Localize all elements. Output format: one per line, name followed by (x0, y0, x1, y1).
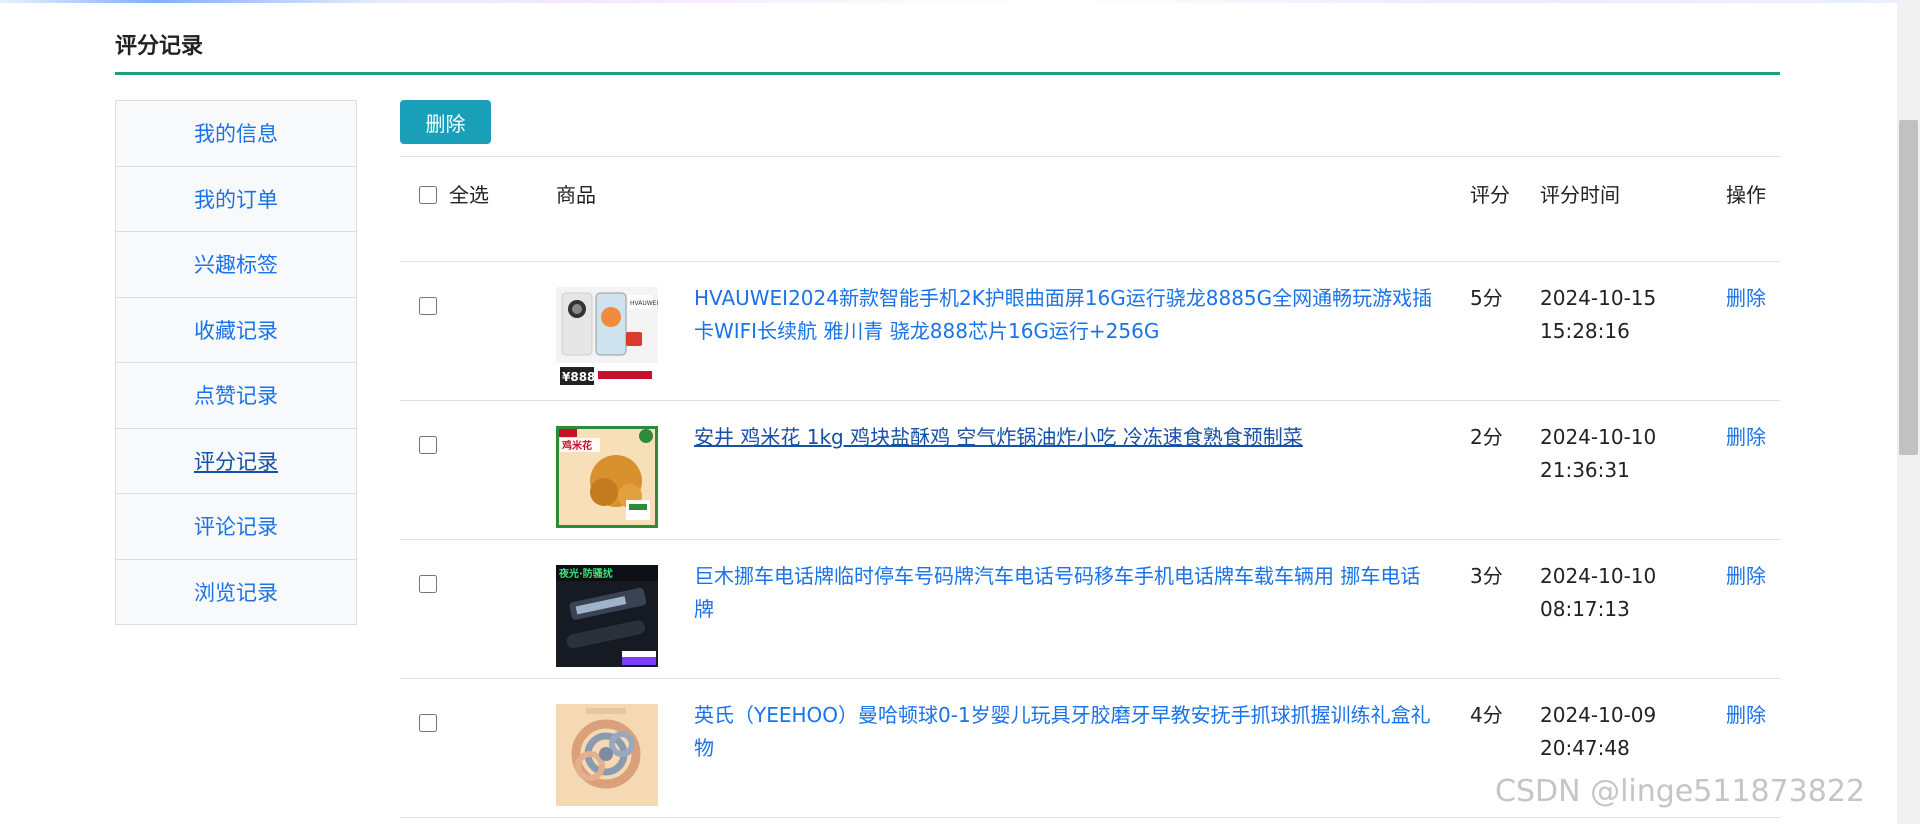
header-goods: 商品 (556, 183, 596, 207)
sidebar-item-label: 我的订单 (194, 187, 278, 212)
row-score: 4分 (1470, 703, 1503, 727)
page-scrollbar-thumb[interactable] (1899, 120, 1918, 455)
row-time: 2024-10-10 21:36:31 (1540, 425, 1657, 482)
product-link[interactable]: 英氏（YEEHOO）曼哈顿球0-1岁婴儿玩具牙胶磨牙早教安抚手抓球抓握训练礼盒礼… (694, 703, 1431, 760)
table-row: HVAUWEI ¥888 HVAUWEI2024新款智能手机2K护眼曲面屏16G… (400, 262, 1780, 401)
sidebar-item-interest-tags[interactable]: 兴趣标签 (116, 232, 356, 298)
sidebar-item-likes[interactable]: 点赞记录 (116, 363, 356, 429)
row-checkbox[interactable] (419, 297, 437, 315)
row-time: 2024-10-09 20:47:48 (1540, 703, 1657, 760)
app-root: 评分记录 我的信息 我的订单 兴趣标签 收藏记录 点赞记录 评分记录 评论记录 … (0, 0, 1920, 824)
product-link[interactable]: 安井 鸡米花 1kg 鸡块盐酥鸡 空气炸锅油炸小吃 冷冻速食熟食预制菜 (694, 425, 1303, 449)
table-row: 夜光·防骚扰 巨木挪车电话牌临时停车号码牌汽车电话号码移车手机电话牌车载车辆用 … (400, 540, 1780, 679)
svg-text:HVAUWEI: HVAUWEI (630, 300, 658, 307)
ratings-table: 全选 商品 评分 评分时间 操作 HVAUWEI ¥888 HVAUWEI202… (400, 156, 1780, 818)
phone-product-image: HVAUWEI ¥888 (556, 287, 658, 389)
row-select[interactable] (419, 292, 437, 325)
row-delete-link[interactable]: 删除 (1726, 560, 1766, 593)
row-checkbox[interactable] (419, 714, 437, 732)
sidebar-item-my-orders[interactable]: 我的订单 (116, 167, 356, 232)
select-all[interactable]: 全选 (419, 179, 489, 212)
product-thumbnail[interactable]: HVAUWEI ¥888 (556, 287, 658, 389)
header-op: 操作 (1726, 183, 1766, 207)
row-checkbox[interactable] (419, 575, 437, 593)
product-thumbnail[interactable]: 鸡米花 (556, 426, 658, 528)
sidebar-item-history[interactable]: 浏览记录 (116, 560, 356, 625)
table-row: 鸡米花 安井 鸡米花 1kg 鸡块盐酥鸡 空气炸锅油炸小吃 冷冻速食熟食预制菜 … (400, 401, 1780, 540)
title-divider (115, 72, 1780, 75)
row-delete-link[interactable]: 删除 (1726, 282, 1766, 315)
parking-text: 夜光·防骚扰 (558, 567, 613, 580)
product-link[interactable]: HVAUWEI2024新款智能手机2K护眼曲面屏16G运行骁龙8885G全网通畅… (694, 286, 1432, 343)
select-all-label: 全选 (449, 183, 489, 207)
top-banner-stripe (0, 0, 1920, 3)
sidebar-item-label: 浏览记录 (194, 580, 278, 605)
parking-sign-product-image: 夜光·防骚扰 (556, 565, 658, 667)
sidebar: 我的信息 我的订单 兴趣标签 收藏记录 点赞记录 评分记录 评论记录 浏览记录 (115, 100, 357, 625)
product-thumbnail[interactable] (556, 704, 658, 806)
product-link[interactable]: 巨木挪车电话牌临时停车号码牌汽车电话号码移车手机电话牌车载车辆用 挪车电话牌 (694, 564, 1420, 621)
row-score: 5分 (1470, 286, 1503, 310)
row-time: 2024-10-15 15:28:16 (1540, 286, 1657, 343)
sidebar-item-ratings[interactable]: 评分记录 (116, 429, 356, 494)
row-score: 2分 (1470, 425, 1503, 449)
header-time: 评分时间 (1540, 183, 1620, 207)
row-select[interactable] (419, 709, 437, 742)
sidebar-item-label: 兴趣标签 (194, 253, 278, 278)
chicken-text: 鸡米花 (561, 439, 592, 452)
row-select[interactable] (419, 570, 437, 603)
sidebar-item-label: 收藏记录 (194, 318, 278, 343)
watermark: CSDN @linge511873822 (1495, 774, 1866, 809)
row-score: 3分 (1470, 564, 1503, 588)
baby-toy-product-image (556, 704, 658, 806)
chicken-product-image: 鸡米花 (556, 426, 658, 528)
sidebar-item-comments[interactable]: 评论记录 (116, 494, 356, 560)
row-select[interactable] (419, 431, 437, 464)
row-checkbox[interactable] (419, 436, 437, 454)
row-delete-link[interactable]: 删除 (1726, 699, 1766, 732)
select-all-checkbox[interactable] (419, 185, 437, 204)
delete-selected-button[interactable]: 删除 (400, 100, 491, 144)
page-title: 评分记录 (115, 34, 204, 59)
sidebar-item-favorites[interactable]: 收藏记录 (116, 298, 356, 363)
phone-price-text: ¥888 (562, 370, 595, 384)
sidebar-item-label: 点赞记录 (194, 384, 278, 409)
sidebar-item-label: 评分记录 (194, 449, 278, 474)
sidebar-item-label: 评论记录 (194, 515, 278, 540)
sidebar-item-label: 我的信息 (194, 122, 278, 147)
header-score: 评分 (1470, 183, 1510, 207)
table-header-row: 全选 商品 评分 评分时间 操作 (400, 157, 1780, 262)
row-time: 2024-10-10 08:17:13 (1540, 564, 1657, 621)
row-delete-link[interactable]: 删除 (1726, 421, 1766, 454)
product-thumbnail[interactable]: 夜光·防骚扰 (556, 565, 658, 667)
sidebar-item-my-info[interactable]: 我的信息 (116, 101, 356, 167)
